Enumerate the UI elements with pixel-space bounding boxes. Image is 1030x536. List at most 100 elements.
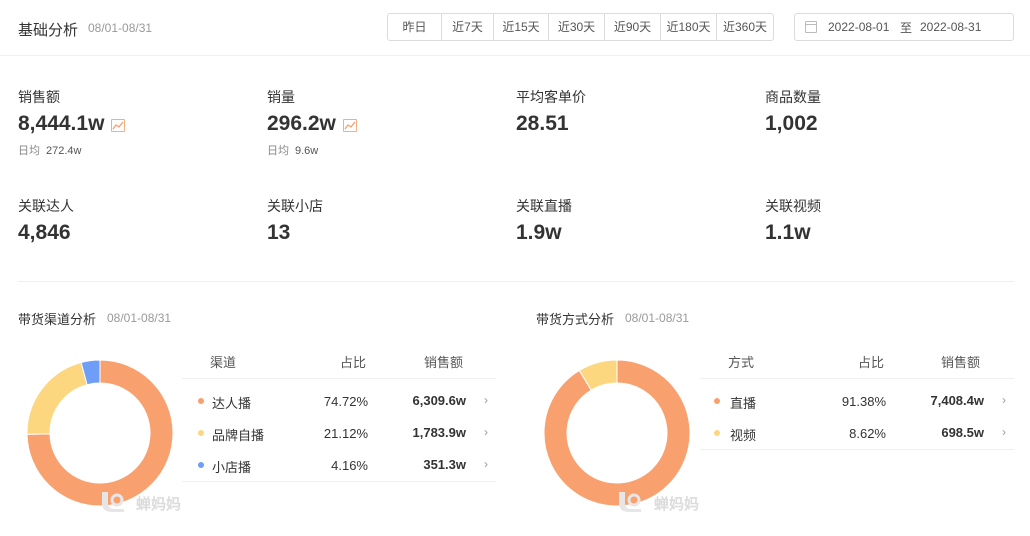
channel-row[interactable]: 品牌自播 21.12% 1,783.9w › <box>182 417 496 449</box>
method-ratio: 8.62% <box>849 426 886 441</box>
metric-value: 8,444.1w <box>18 112 105 135</box>
metric-label: 销量 <box>267 89 295 105</box>
daily-average-label: 日均 <box>18 145 40 157</box>
channel-table-bottom-line <box>182 481 496 482</box>
header-bar: 基础分析 08/01-08/31 昨日 近7天 近15天 近30天 近90天 近… <box>0 0 1030 56</box>
channel-name: 达人播 <box>212 396 252 411</box>
date-start-value[interactable]: 2022-08-01 <box>828 20 889 34</box>
daily-average-label: 日均 <box>267 145 289 157</box>
method-name: 视频 <box>730 428 757 443</box>
channel-legend-dot <box>198 430 204 436</box>
date-end-value[interactable]: 2022-08-31 <box>920 20 981 34</box>
channel-sales: 1,783.9w <box>412 425 467 440</box>
section-divider <box>18 281 1014 282</box>
channel-legend-dot <box>198 462 204 468</box>
channel-header-divider <box>182 378 496 379</box>
metric-related-influencers: 关联达人 4,846 <box>18 196 238 246</box>
method-sales: 698.5w <box>941 425 984 440</box>
metric-label: 销售额 <box>18 89 60 105</box>
donut-slice-品牌自播[interactable] <box>26 361 88 435</box>
metric-product-count: 商品数量 1,002 <box>765 87 985 137</box>
metric-avg-order-price: 平均客单价 28.51 <box>516 87 736 137</box>
chevron-right-icon[interactable]: › <box>484 425 488 439</box>
chevron-right-icon[interactable]: › <box>1002 425 1006 439</box>
trend-chart-icon[interactable] <box>111 119 126 132</box>
daily-average-value: 9.6w <box>295 145 319 157</box>
quick-range-group: 昨日 近7天 近15天 近30天 近90天 近180天 近360天 <box>387 13 774 41</box>
method-name: 直播 <box>730 396 757 411</box>
range-15d-button[interactable]: 近15天 <box>494 14 549 40</box>
chevron-right-icon[interactable]: › <box>484 393 488 407</box>
channel-ratio: 21.12% <box>323 426 368 441</box>
channel-row[interactable]: 达人播 74.72% 6,309.6w › <box>182 385 496 417</box>
metric-daily-average: 日均 272.4w <box>18 142 238 158</box>
chevron-right-icon[interactable]: › <box>484 457 488 471</box>
range-yesterday-button[interactable]: 昨日 <box>388 14 442 40</box>
method-row[interactable]: 直播 91.38% 7,408.4w › <box>700 385 1014 417</box>
metric-label: 关联小店 <box>267 198 323 214</box>
chevron-right-icon[interactable]: › <box>1002 393 1006 407</box>
channel-name: 品牌自播 <box>212 428 265 443</box>
metric-value: 296.2w <box>267 112 336 135</box>
method-legend-dot <box>714 398 720 404</box>
metric-daily-average: 日均 9.6w <box>267 142 487 158</box>
calendar-icon <box>805 21 817 33</box>
metric-label: 关联视频 <box>765 198 821 214</box>
metric-label: 关联直播 <box>516 198 572 214</box>
channel-row[interactable]: 小店播 4.16% 351.3w › <box>182 449 496 481</box>
metric-value: 1.9w <box>516 221 562 244</box>
date-separator: 至 <box>900 21 913 35</box>
method-sales: 7,408.4w <box>930 393 985 408</box>
metric-sales-amount: 销售额 8,444.1w 日均 272.4w <box>18 87 238 158</box>
channel-header-name: 渠道 <box>210 355 237 370</box>
method-section-title: 带货方式分析 <box>536 312 615 327</box>
channel-section-title: 带货渠道分析 <box>18 312 97 327</box>
metric-related-videos: 关联视频 1.1w <box>765 196 985 246</box>
method-ratio: 91.38% <box>841 394 886 409</box>
metric-related-shops: 关联小店 13 <box>267 196 487 246</box>
metric-label: 关联达人 <box>18 198 74 214</box>
method-header-ratio: 占比 <box>858 355 885 370</box>
channel-header-ratio: 占比 <box>340 355 367 370</box>
method-table-bottom-line <box>700 449 1014 450</box>
watermark-text: 蝉妈妈 <box>136 496 182 513</box>
method-header-name: 方式 <box>728 355 755 370</box>
method-header-divider <box>700 378 1014 379</box>
daily-average-value: 272.4w <box>46 145 82 157</box>
method-row[interactable]: 视频 8.62% 698.5w › <box>700 417 1014 449</box>
method-donut-chart <box>543 359 691 507</box>
range-30d-button[interactable]: 近30天 <box>549 14 605 40</box>
channel-header-sales: 销售额 <box>424 355 464 370</box>
page-title: 基础分析 <box>18 22 79 39</box>
metric-value: 1.1w <box>765 221 811 244</box>
channel-ratio: 4.16% <box>331 458 368 473</box>
channel-name: 小店播 <box>212 460 252 475</box>
metric-value: 4,846 <box>18 221 71 244</box>
watermark-logo-icon <box>102 492 124 512</box>
date-range-picker[interactable]: 2022-08-01 至 2022-08-31 <box>794 13 1014 41</box>
method-section-date: 08/01-08/31 <box>625 311 690 325</box>
range-360d-button[interactable]: 近360天 <box>717 14 773 40</box>
metric-label: 平均客单价 <box>516 89 586 105</box>
channel-legend-dot <box>198 398 204 404</box>
range-180d-button[interactable]: 近180天 <box>661 14 717 40</box>
range-90d-button[interactable]: 近90天 <box>605 14 661 40</box>
metric-sales-volume: 销量 296.2w 日均 9.6w <box>267 87 487 158</box>
metric-value: 1,002 <box>765 112 818 135</box>
trend-chart-icon[interactable] <box>342 119 357 132</box>
range-7d-button[interactable]: 近7天 <box>442 14 494 40</box>
metric-value-row: 8,444.1w <box>18 111 238 137</box>
channel-sales: 351.3w <box>423 457 466 472</box>
metric-label: 商品数量 <box>765 89 821 105</box>
method-legend-dot <box>714 430 720 436</box>
method-header-sales: 销售额 <box>941 355 981 370</box>
channel-donut-chart <box>26 359 174 507</box>
watermark-logo-icon <box>619 492 641 512</box>
metric-value: 13 <box>267 221 291 244</box>
metric-related-lives: 关联直播 1.9w <box>516 196 736 246</box>
page-date-range: 08/01-08/31 <box>88 21 153 35</box>
watermark-text: 蝉妈妈 <box>654 496 700 513</box>
metric-value-row: 296.2w <box>267 111 487 137</box>
channel-ratio: 74.72% <box>323 394 368 409</box>
metric-value: 28.51 <box>516 112 569 135</box>
